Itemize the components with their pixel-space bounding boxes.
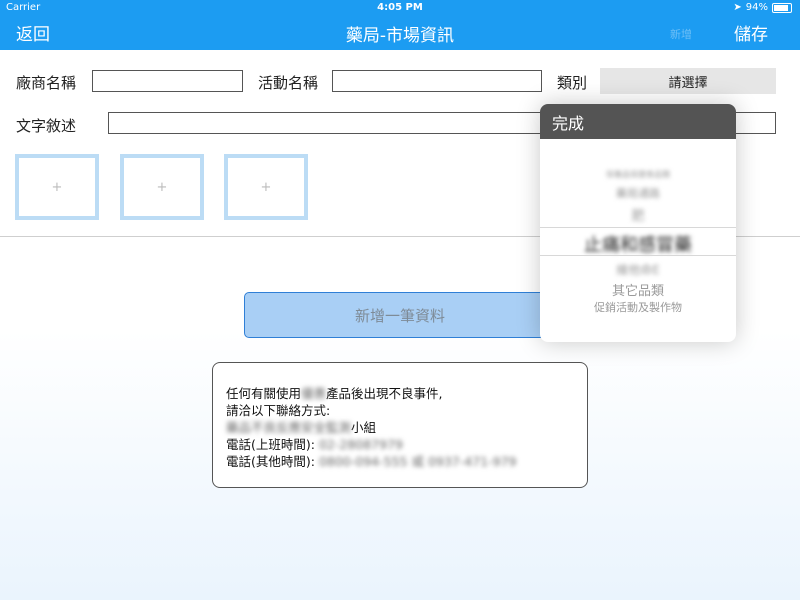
picker-header: 完成 bbox=[540, 104, 736, 139]
save-button[interactable]: 儲存 bbox=[734, 20, 768, 45]
picker-option[interactable]: 維他命E bbox=[540, 261, 736, 278]
picker-wheel[interactable]: 保養品保健食品類 藥局通路 肥 止痛和感冒藥 維他命E 其它品類 促銷活動及製作… bbox=[540, 139, 736, 342]
status-time: 4:05 PM bbox=[377, 2, 423, 13]
category-select-button[interactable]: 請選擇 bbox=[600, 68, 776, 94]
vendor-label: 廠商名稱 bbox=[16, 74, 77, 92]
contact-notice: 任何有關使用優惠產品後出現不良事件, 請洽以下聯絡方式: 藥品不良反應安全監測小… bbox=[212, 362, 588, 488]
description-label: 文字敘述 bbox=[16, 117, 77, 135]
battery-icon bbox=[772, 2, 792, 13]
picker-selection-line-top bbox=[540, 227, 736, 228]
activity-label: 活動名稱 bbox=[258, 74, 319, 92]
picker-option[interactable]: 肥 bbox=[540, 205, 736, 224]
notice-line-5: 電話(其他時間): 0800-094-555 或 0937-471-979 bbox=[226, 454, 517, 469]
add-nav-button[interactable]: 新增 bbox=[670, 26, 692, 42]
activity-input[interactable] bbox=[332, 70, 542, 92]
photo-slot-3[interactable]: + bbox=[224, 154, 308, 220]
category-picker-popover: 完成 保養品保健食品類 藥局通路 肥 止痛和感冒藥 維他命E 其它品類 促銷活動… bbox=[540, 104, 736, 342]
battery-percent: 94% bbox=[745, 2, 768, 13]
photo-slot-1[interactable]: + bbox=[15, 154, 99, 220]
notice-line-2: 請洽以下聯絡方式: bbox=[226, 403, 331, 418]
picker-option[interactable]: 促銷活動及製作物 bbox=[540, 299, 736, 315]
picker-option[interactable]: 保養品保健食品類 bbox=[540, 169, 736, 180]
notice-line-4: 電話(上班時間): 02-28087979 bbox=[226, 437, 403, 452]
picker-option[interactable]: 藥局通路 bbox=[540, 185, 736, 201]
picker-done-button[interactable]: 完成 bbox=[552, 110, 584, 134]
status-bar: Carrier 4:05 PM ➤ 94% bbox=[0, 0, 800, 16]
vendor-input[interactable] bbox=[92, 70, 243, 92]
photo-slot-2[interactable]: + bbox=[120, 154, 204, 220]
category-label: 類別 bbox=[557, 74, 588, 92]
navigation-bar: Carrier 4:05 PM ➤ 94% 返回 藥局-市場資訊 新增 儲存 bbox=[0, 0, 800, 50]
picker-selection-line-bottom bbox=[540, 255, 736, 256]
add-record-button[interactable]: 新增一筆資料 bbox=[244, 292, 556, 338]
notice-line-3: 藥品不良反應安全監測小組 bbox=[226, 420, 377, 435]
status-right: ➤ 94% bbox=[733, 2, 792, 13]
notice-line-1: 任何有關使用優惠產品後出現不良事件, bbox=[226, 386, 443, 401]
location-icon: ➤ bbox=[733, 2, 742, 13]
picker-option-selected[interactable]: 止痛和感冒藥 bbox=[540, 231, 736, 257]
picker-option[interactable]: 其它品類 bbox=[540, 280, 736, 299]
